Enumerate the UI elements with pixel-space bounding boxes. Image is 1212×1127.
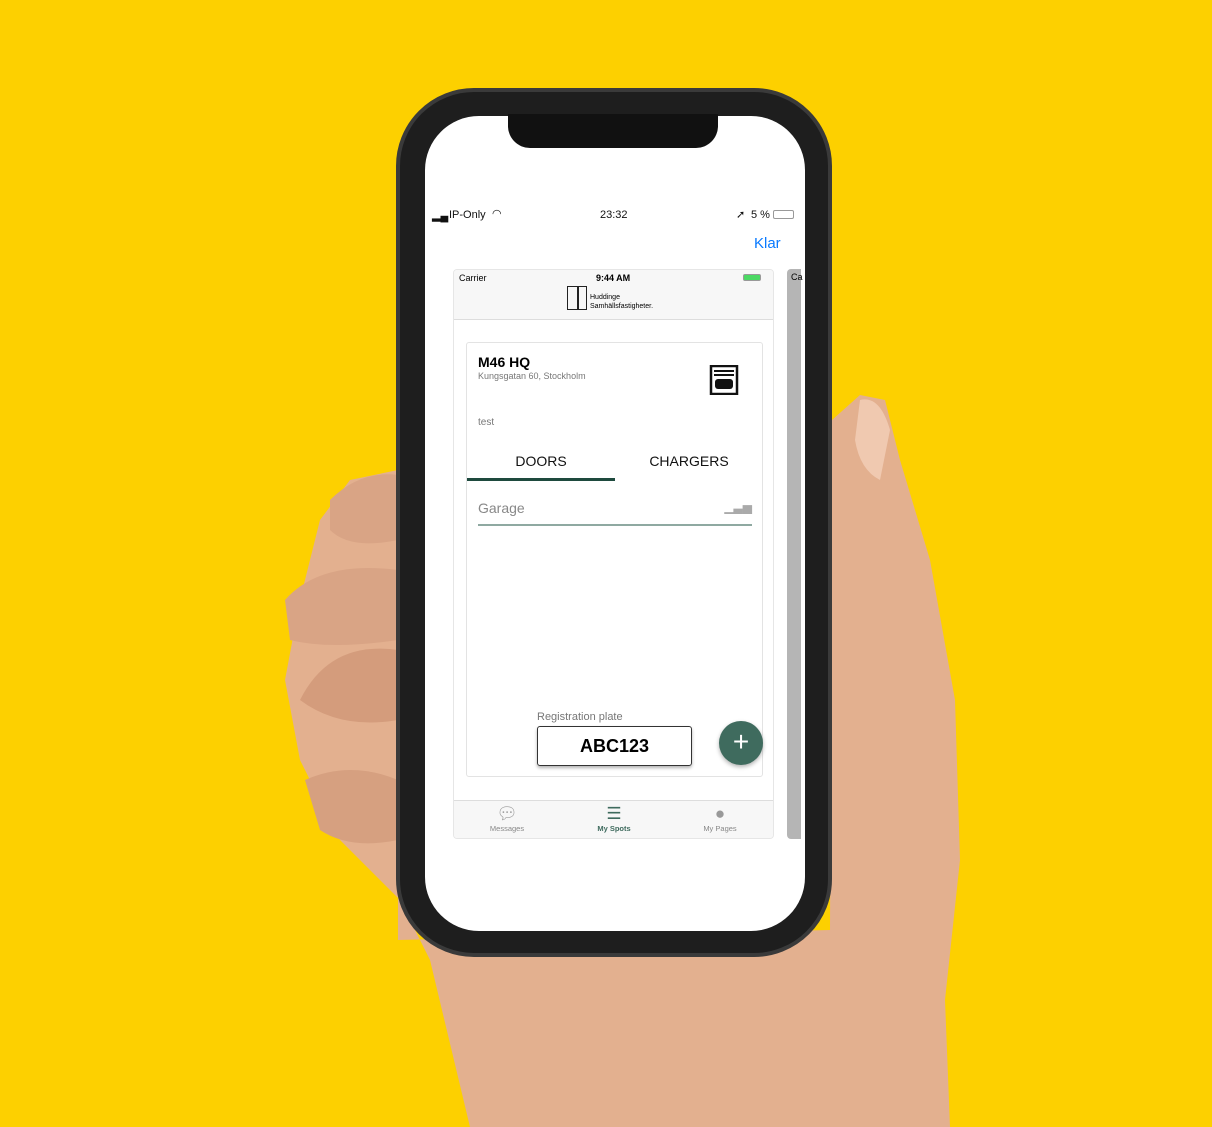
app-header: Carrier 9:44 AM Huddinge Samhällsfastigh… — [454, 270, 773, 320]
chat-icon: 💬︎ — [496, 804, 518, 823]
person-icon: ● — [714, 804, 726, 823]
outer-carrier: IP-Only — [449, 209, 486, 221]
garage-icon — [709, 365, 739, 395]
signal-icon: ▂▄ — [432, 210, 449, 222]
logo-divider — [577, 286, 579, 310]
site-card: M46 HQ Kungsgatan 60, Stockholm test DOO… — [466, 342, 763, 777]
plate-field[interactable]: ABC123 — [537, 726, 692, 766]
site-name: M46 HQ — [478, 354, 531, 370]
done-button[interactable]: Klar — [754, 235, 781, 252]
outer-battery: 5 % — [751, 209, 770, 221]
tab-my-spots-label: My Spots — [597, 824, 631, 833]
tab-bar: 💬︎ Messages ☰ My Spots ● My Pages — [454, 800, 773, 838]
tab-indicator — [467, 478, 615, 481]
tab-chargers-label: CHARGERS — [649, 453, 729, 469]
door-item-garage[interactable]: Garage ▁▃▅ — [478, 498, 752, 526]
wifi-icon: ◠ — [492, 208, 502, 220]
next-card-peek: Ca — [787, 269, 803, 839]
tab-doors[interactable]: DOORS — [467, 453, 615, 481]
tab-my-pages-label: My Pages — [703, 824, 737, 833]
add-button[interactable]: + — [719, 721, 763, 765]
logo-line2: Samhällsfastigheter. — [590, 303, 654, 310]
outer-time: 23:32 — [600, 209, 628, 221]
tab-my-spots[interactable]: ☰ My Spots — [564, 804, 664, 833]
phone-notch — [508, 114, 718, 148]
site-address: Kungsgatan 60, Stockholm — [478, 371, 586, 381]
tab-doors-label: DOORS — [515, 453, 567, 469]
plate-label: Registration plate — [537, 711, 623, 723]
battery-icon — [773, 210, 794, 219]
spots-icon: ☰ — [606, 804, 622, 823]
door-name: Garage — [478, 500, 525, 516]
site-note: test — [478, 417, 495, 428]
tab-messages-label: Messages — [489, 824, 525, 833]
tab-messages[interactable]: 💬︎ Messages — [457, 804, 557, 833]
inner-carrier: Carrier — [459, 273, 487, 283]
signal-strength-icon: ▁▃▅ — [724, 500, 752, 514]
location-icon: ➚ — [736, 209, 746, 221]
tab-chargers[interactable]: CHARGERS — [615, 453, 763, 481]
logo-line1: Huddinge — [590, 294, 620, 301]
inner-time: 9:44 AM — [596, 273, 631, 283]
peek-text: Ca — [791, 272, 803, 282]
inner-battery-icon — [743, 274, 761, 281]
tab-my-pages[interactable]: ● My Pages — [670, 804, 770, 833]
